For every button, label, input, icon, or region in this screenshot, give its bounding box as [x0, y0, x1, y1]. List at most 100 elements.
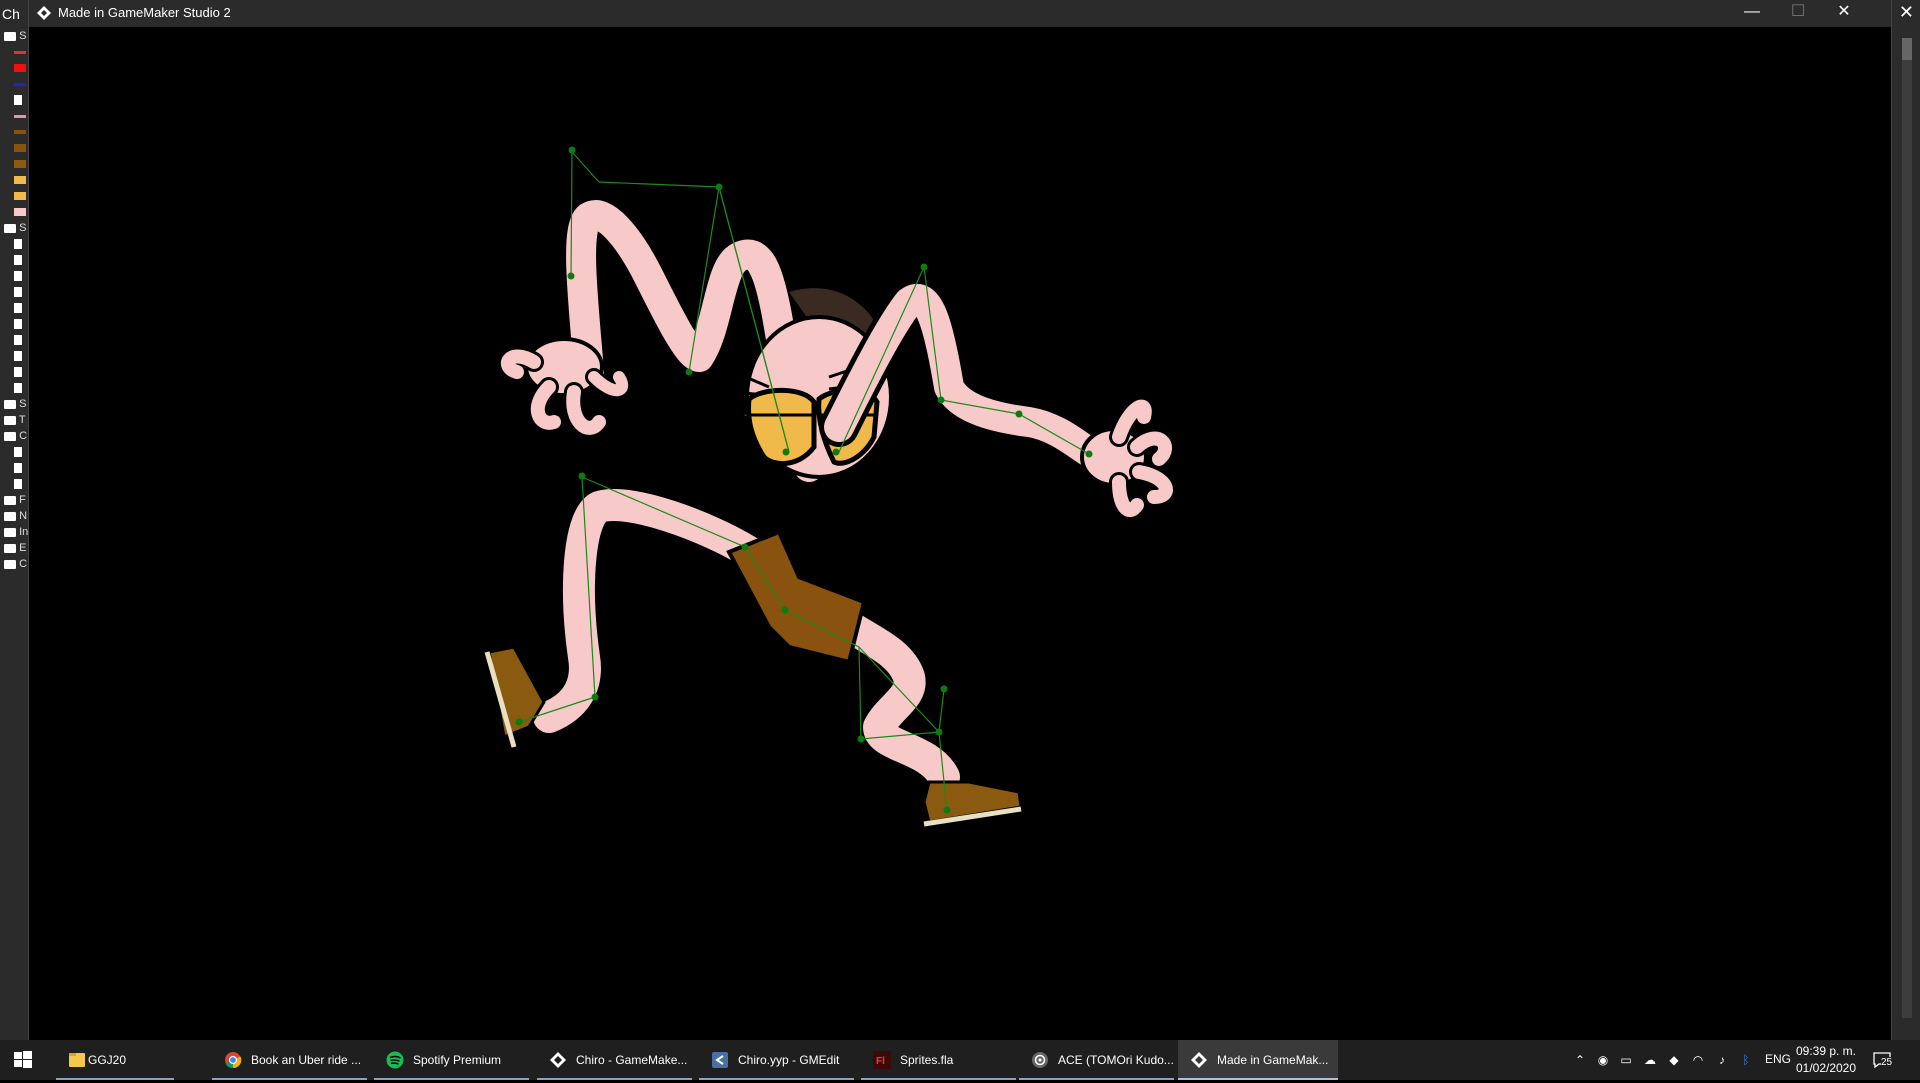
tree-sprite-row[interactable] [4, 174, 28, 190]
bone-joint [943, 806, 951, 814]
file-icon [14, 303, 22, 314]
tree-file-row[interactable] [4, 238, 28, 254]
sprite-thumb-icon [14, 64, 26, 73]
tree-file-row[interactable] [4, 462, 28, 478]
background-app-panel: Ch S S S T C F N In E C [0, 0, 28, 1040]
tree-file-row[interactable] [4, 382, 28, 398]
bone-joint [591, 693, 599, 701]
tree-sprite-row[interactable] [4, 46, 28, 62]
bone-joint [937, 396, 945, 404]
show-hidden-icons-chevron-icon[interactable]: ⌃ [1572, 1052, 1588, 1068]
clock-date: 01/02/2020 [1795, 1061, 1857, 1075]
tree-file-row[interactable] [4, 94, 28, 110]
background-scrollbar-thumb[interactable] [1902, 38, 1912, 60]
taskbar-item-gamemaker-ide[interactable]: Chiro - GameMake... [537, 1040, 692, 1080]
tree-file-row[interactable] [4, 478, 28, 494]
sprite-thumb-icon [14, 130, 26, 135]
tree-sprite-row[interactable] [4, 110, 28, 126]
taskbar-item-chrome[interactable]: Book an Uber ride ... [212, 1040, 367, 1080]
maximize-button[interactable]: ☐ [1775, 0, 1821, 27]
tree-sprite-row[interactable] [4, 190, 28, 206]
tree-folder-row[interactable]: In [4, 526, 28, 542]
close-button[interactable]: ✕ [1821, 0, 1867, 27]
gmedit-icon [712, 1052, 728, 1068]
steam-icon[interactable]: ◉ [1595, 1052, 1611, 1068]
tree-file-row[interactable] [4, 350, 28, 366]
battery-icon[interactable]: ▭ [1618, 1052, 1634, 1068]
tree-file-row[interactable] [4, 318, 28, 334]
flash-icon: Fl [873, 1051, 891, 1069]
taskbar-item-label: Book an Uber ride ... [251, 1053, 362, 1067]
dropbox-icon[interactable]: ◆ [1666, 1052, 1682, 1068]
folder-icon [4, 415, 16, 425]
tree-file-row[interactable] [4, 446, 28, 462]
taskbar-item-ace[interactable]: ACE (TOMOri Kudo... [1019, 1040, 1174, 1080]
taskbar-item-label: GGJ20 [88, 1053, 127, 1067]
taskbar-item-explorer[interactable]: GGJ20 [56, 1040, 174, 1080]
tree-sprite-row[interactable] [4, 62, 28, 78]
taskbar-item-spotify[interactable]: Spotify Premium [374, 1040, 529, 1080]
background-scrollbar[interactable] [1902, 38, 1912, 1018]
tree-folder-row[interactable]: F [4, 494, 28, 510]
minimize-button[interactable]: — [1729, 0, 1775, 27]
bone-joint [832, 448, 840, 456]
tree-file-row[interactable] [4, 302, 28, 318]
file-icon [14, 351, 22, 362]
file-icon [14, 255, 22, 266]
bone-joint [920, 263, 928, 271]
file-icon [14, 319, 22, 330]
title-bar[interactable]: Made in GameMaker Studio 2 — ☐ ✕ [29, 0, 1891, 27]
ace-icon [1032, 1052, 1048, 1068]
tree-sprite-row[interactable] [4, 142, 28, 158]
background-close-icon[interactable]: ✕ [1899, 2, 1914, 23]
sprite-thumb-icon [14, 50, 26, 54]
action-center-button[interactable]: 25 [1872, 1050, 1893, 1070]
clock-time: 09:39 p. m. [1795, 1044, 1857, 1058]
folder-icon [4, 559, 16, 569]
tree-sprite-row[interactable] [4, 78, 28, 94]
tree-folder-row[interactable]: E [4, 542, 28, 558]
tree-file-row[interactable] [4, 254, 28, 270]
file-icon [14, 367, 22, 378]
bone-joint [715, 183, 723, 191]
folder-icon [4, 495, 16, 505]
clock[interactable]: 09:39 p. m. 01/02/2020 [1793, 1043, 1859, 1077]
tree-folder-row[interactable]: S [4, 30, 28, 46]
tree-file-row[interactable] [4, 334, 28, 350]
game-canvas[interactable] [29, 27, 1893, 1040]
folder-icon [4, 527, 16, 537]
tree-folder-row[interactable]: C [4, 558, 28, 574]
tree-folder-row[interactable]: T [4, 414, 28, 430]
tree-file-row[interactable] [4, 270, 28, 286]
folder-icon [69, 1053, 85, 1067]
taskbar-item-label: Sprites.fla [900, 1053, 954, 1067]
tree-sprite-row[interactable] [4, 126, 28, 142]
tree-folder-row[interactable]: N [4, 510, 28, 526]
volume-icon[interactable]: ♪ [1714, 1052, 1730, 1068]
taskbar-item-label: Chiro - GameMake... [576, 1053, 688, 1067]
start-button[interactable] [0, 1040, 46, 1080]
sprite-thumb-icon [14, 192, 26, 201]
tree-sprite-row[interactable] [4, 158, 28, 174]
wifi-icon[interactable]: ◠ [1690, 1052, 1706, 1068]
file-icon [14, 271, 22, 282]
taskbar-item-game-window[interactable]: Made in GameMak... [1178, 1040, 1338, 1080]
tree-sprite-row[interactable] [4, 206, 28, 222]
bone-joint [685, 368, 693, 376]
game-window: Made in GameMaker Studio 2 — ☐ ✕ [28, 0, 1892, 1040]
language-indicator[interactable]: ENG [1765, 1052, 1791, 1066]
sprite-thumb-icon [14, 208, 26, 217]
taskbar-item-animate[interactable]: Fl Sprites.fla [861, 1040, 1016, 1080]
tree-folder-row[interactable]: S [4, 398, 28, 414]
tree-file-row[interactable] [4, 286, 28, 302]
taskbar-item-gmedit[interactable]: Chiro.yyp - GMEdit [699, 1040, 854, 1080]
tree-file-row[interactable] [4, 366, 28, 382]
taskbar-item-label: ACE (TOMOri Kudo... [1058, 1053, 1174, 1067]
bone-joint [781, 606, 789, 614]
folder-icon [4, 511, 16, 521]
bluetooth-icon[interactable]: ᛒ [1738, 1052, 1754, 1068]
tree-folder-row[interactable]: S [4, 222, 28, 238]
cloud-icon[interactable]: ☁ [1642, 1052, 1658, 1068]
bone-joint [935, 728, 943, 736]
tree-folder-row[interactable]: C [4, 430, 28, 446]
